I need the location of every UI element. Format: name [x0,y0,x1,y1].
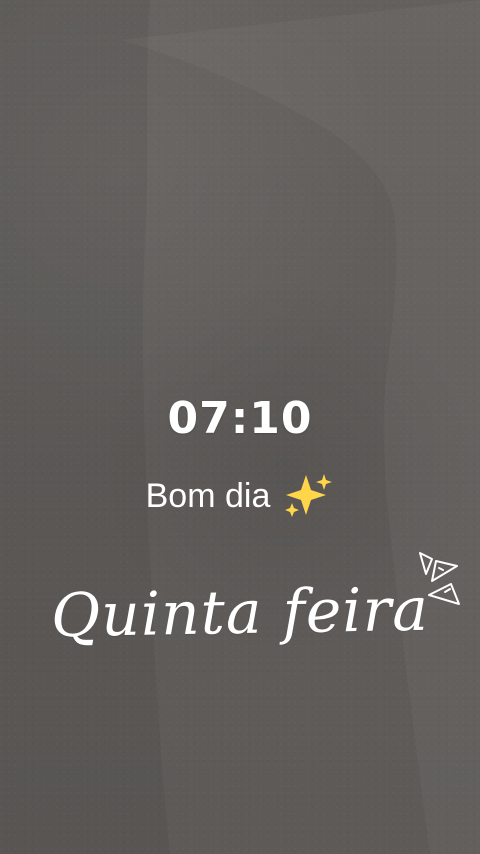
greeting-text: Bom dia [145,476,271,515]
decorative-lines-icon [417,551,461,609]
sparkles-icon [280,472,334,520]
weekday-text: Quinta feira [50,574,430,652]
clock-time: 07:10 [167,393,313,444]
greeting-row: Bom dia [0,472,480,520]
